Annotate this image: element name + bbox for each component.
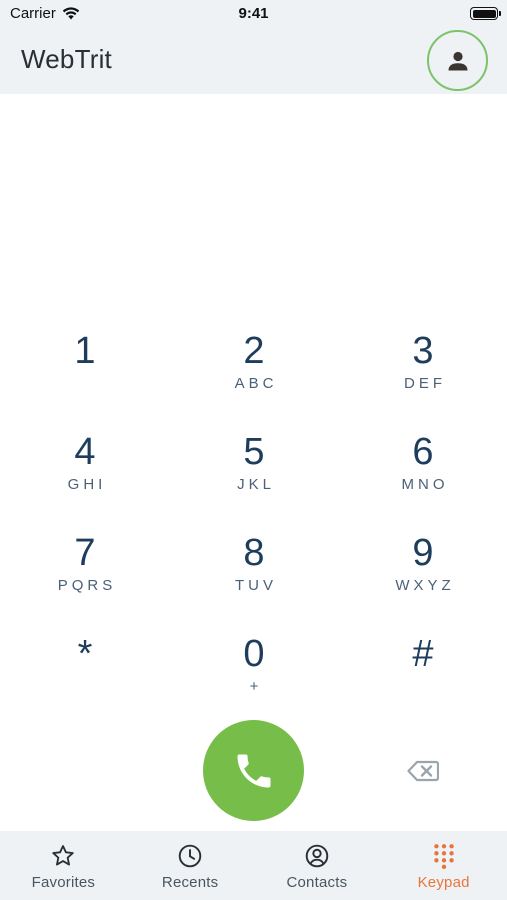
key-letters: ABC — [234, 375, 278, 392]
key-5[interactable]: 5 JKL — [194, 429, 314, 519]
key-letters: DEF — [404, 375, 446, 392]
key-digit: 2 — [243, 330, 265, 372]
bottom-tab-bar: Favorites Recents Contacts Keypad — [0, 831, 507, 900]
star-icon — [52, 845, 75, 866]
key-letters: WXYZ — [395, 577, 455, 594]
key-7[interactable]: 7 PQRS — [25, 530, 145, 620]
key-digit: # — [412, 633, 434, 675]
dialpad-icon — [433, 844, 454, 869]
key-4[interactable]: 4 GHI — [25, 429, 145, 519]
key-8[interactable]: 8 TUV — [194, 530, 314, 620]
phone-icon — [237, 754, 270, 787]
tab-favorites[interactable]: Favorites — [0, 831, 127, 900]
key-digit: 9 — [412, 532, 434, 574]
battery-icon — [470, 7, 501, 20]
key-letters: MNO — [401, 476, 449, 493]
key-star[interactable]: * — [25, 631, 145, 721]
key-0[interactable]: 0 + — [194, 631, 314, 721]
key-digit: 7 — [74, 532, 96, 574]
key-letters: + — [249, 678, 263, 695]
keypad-row: 7 PQRS 8 TUV 9 WXYZ — [0, 530, 507, 620]
keypad-row: 4 GHI 5 JKL 6 MNO — [0, 429, 507, 519]
tab-label: Favorites — [31, 874, 96, 891]
profile-avatar-button[interactable] — [427, 30, 488, 91]
key-hash[interactable]: # — [363, 631, 483, 721]
clock-icon — [178, 844, 202, 868]
tab-label: Keypad — [417, 874, 470, 891]
keypad-row: * 0 + # — [0, 631, 507, 721]
status-bar: Carrier 9:41 — [0, 0, 507, 28]
status-time: 9:41 — [238, 5, 269, 22]
app-header: WebTrit — [0, 28, 507, 94]
key-digit: * — [77, 633, 93, 675]
tab-keypad[interactable]: Keypad — [380, 831, 507, 900]
app-title: WebTrit — [21, 44, 112, 74]
key-6[interactable]: 6 MNO — [363, 429, 483, 519]
keypad-row: 1 2 ABC 3 DEF — [0, 328, 507, 418]
key-letters: JKL — [237, 476, 275, 493]
key-1[interactable]: 1 — [25, 328, 145, 418]
key-digit: 0 — [243, 633, 265, 675]
call-button[interactable] — [203, 720, 304, 821]
key-digit: 8 — [243, 532, 265, 574]
key-letters: PQRS — [57, 577, 117, 594]
tab-recents[interactable]: Recents — [127, 831, 254, 900]
backspace-button[interactable] — [404, 756, 442, 786]
key-9[interactable]: 9 WXYZ — [363, 530, 483, 620]
person-icon — [448, 51, 467, 70]
key-digit: 3 — [412, 330, 434, 372]
tab-contacts[interactable]: Contacts — [254, 831, 381, 900]
key-digit: 4 — [74, 431, 96, 473]
tab-label: Contacts — [286, 874, 348, 891]
key-digit: 1 — [74, 330, 96, 372]
user-circle-icon — [305, 844, 329, 868]
key-3[interactable]: 3 DEF — [363, 328, 483, 418]
key-digit: 5 — [243, 431, 265, 473]
key-2[interactable]: 2 ABC — [194, 328, 314, 418]
key-letters: TUV — [235, 577, 277, 594]
tab-label: Recents — [161, 874, 219, 891]
key-digit: 6 — [412, 431, 434, 473]
key-letters: GHI — [67, 476, 107, 493]
backspace-icon — [407, 760, 439, 782]
